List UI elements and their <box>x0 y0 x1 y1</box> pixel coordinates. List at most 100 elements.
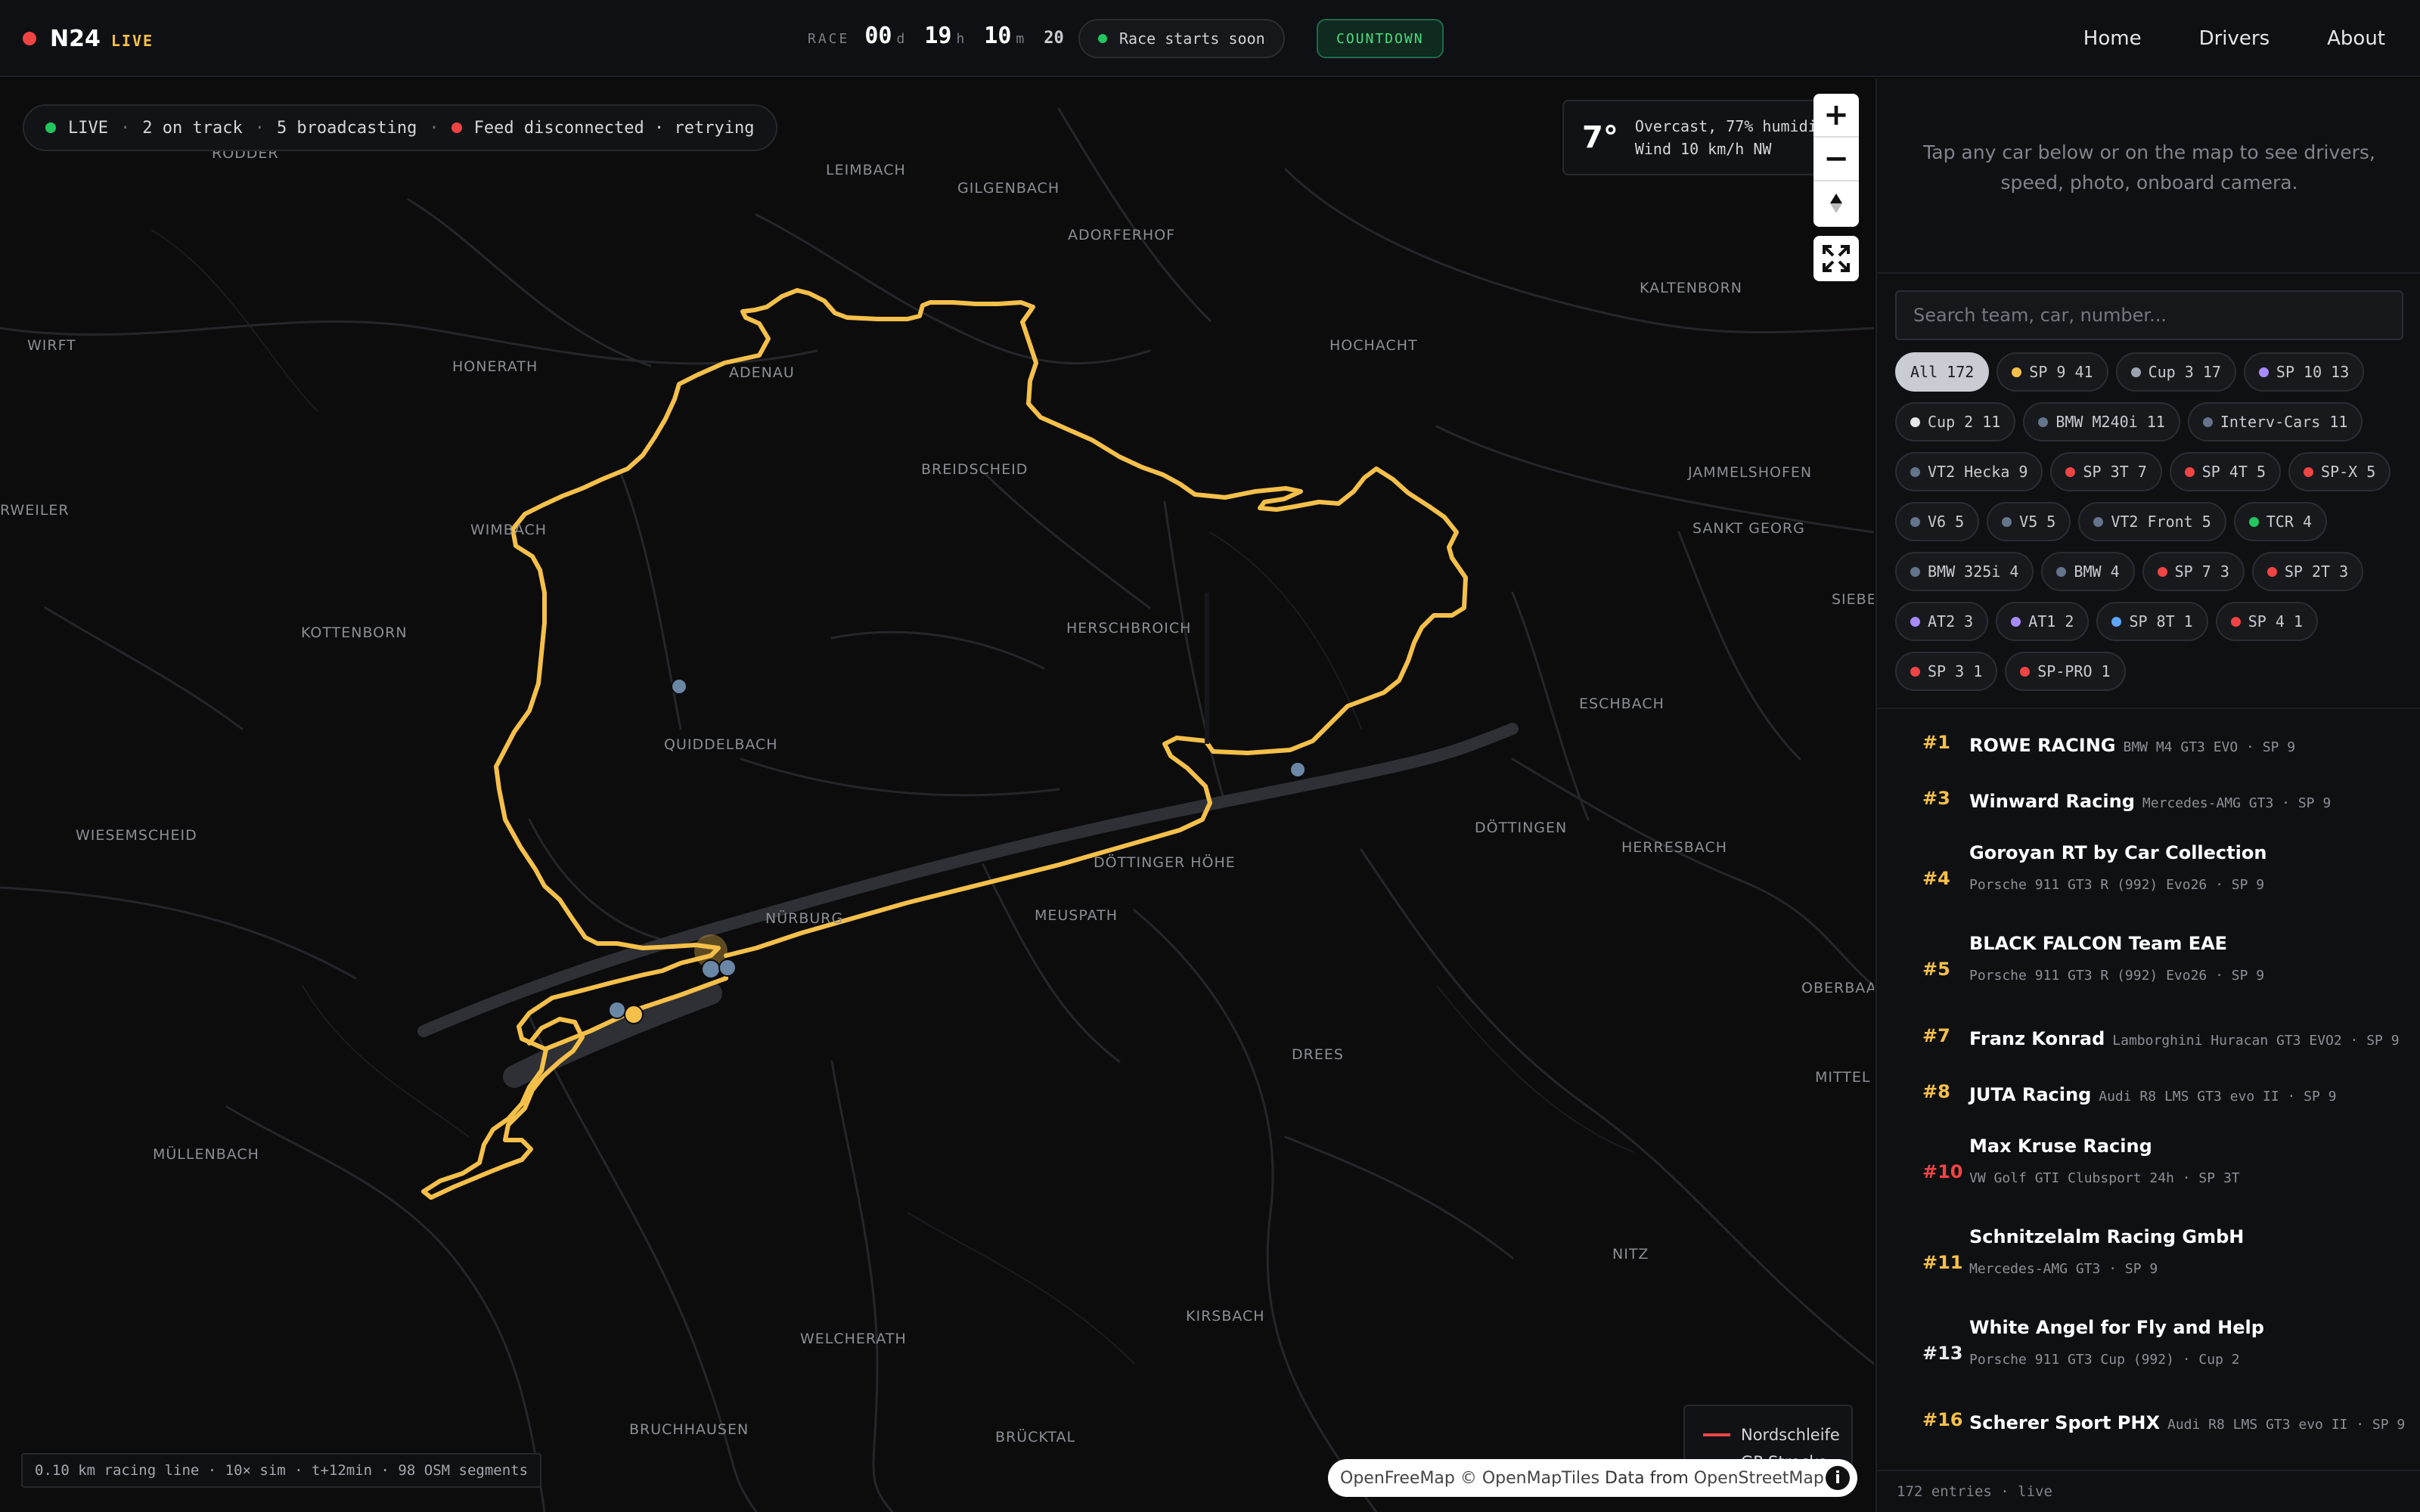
place-label: WIMBACH <box>470 522 548 538</box>
class-chip[interactable]: Cup 2 11 <box>1895 402 2016 442</box>
entry-row[interactable]: #1 ROWE RACING BMW M4 GT3 EVO · SP 9 <box>1877 718 2420 774</box>
entry-row[interactable]: #16 Scherer Sport PHX Audi R8 LMS GT3 evo … <box>1877 1396 2420 1452</box>
live-label: LIVE <box>68 118 108 138</box>
weather-conditions: Overcast, 77% humidity <box>1634 117 1827 135</box>
class-chip[interactable]: SP 4 1 <box>2215 602 2318 641</box>
zoom-in-button[interactable]: + <box>1813 94 1859 138</box>
class-chip[interactable]: V6 5 <box>1895 502 1980 541</box>
entry-row[interactable]: #4 Goroyan RT by Car Collection Porsche 91… <box>1877 830 2420 921</box>
zoom-control: + − <box>1813 94 1859 227</box>
place-label: ESCHBACH <box>1579 696 1665 712</box>
entry-row[interactable]: #10 Max Kruse Racing VW Golf GTI Clubsport… <box>1877 1123 2420 1214</box>
class-chip[interactable]: SP 4T 5 <box>2169 452 2282 491</box>
entry-row[interactable]: #8 JUTA Racing Audi R8 LMS GT3 evo II · SP… <box>1877 1067 2420 1123</box>
live-dot <box>45 122 56 133</box>
entry-body: White Angel for Fly and Help Porsche 911 … <box>1969 1317 2264 1368</box>
nav-drivers[interactable]: Drivers <box>2199 27 2270 50</box>
team-name: White Angel for Fly and Help <box>1969 1317 2264 1338</box>
legend-swatch <box>1703 1433 1730 1436</box>
entry-row[interactable]: #7 Franz Konrad Lamborghini Huracan GT3 EV… <box>1877 1012 2420 1067</box>
class-color-dot <box>1910 566 1920 577</box>
attribution-link-openfreemap[interactable]: OpenFreeMap <box>1340 1469 1455 1488</box>
attribution-link-openmaptiles[interactable]: © OpenMapTiles <box>1460 1469 1599 1488</box>
team-name: Goroyan RT by Car Collection <box>1969 842 2267 863</box>
timer-hours-unit: h <box>956 31 965 47</box>
class-chip[interactable]: BMW M240i 11 <box>2023 402 2180 442</box>
class-color-dot <box>2002 516 2012 527</box>
compass-button[interactable] <box>1813 181 1859 225</box>
team-name: Max Kruse Racing <box>1969 1136 2152 1157</box>
class-chip[interactable]: SP 3T 7 <box>2050 452 2162 491</box>
chip-label: SP 8T 1 <box>2129 612 2193 631</box>
team-name: ROWE RACING <box>1969 735 2116 756</box>
attribution-link-osm[interactable]: OpenStreetMap <box>1694 1469 1824 1488</box>
class-color-dot <box>2304 466 2314 477</box>
timer-minutes: 10 <box>984 23 1012 49</box>
class-chip[interactable]: VT2 Hecka 9 <box>1895 452 2043 491</box>
class-chip[interactable]: SP 2T 3 <box>2251 552 2364 591</box>
class-chip[interactable]: SP 10 13 <box>2243 352 2365 392</box>
nav-about[interactable]: About <box>2327 27 2385 50</box>
entry-body: Goroyan RT by Car Collection Porsche 911 … <box>1969 842 2266 893</box>
entry-row[interactable]: #5 BLACK FALCON Team EAE Porsche 911 GT3 R… <box>1877 921 2420 1012</box>
class-color-dot <box>2065 466 2076 477</box>
top-bar: N24 LIVE RACE 00 d 19 h 10 m 20 Race sta… <box>0 0 2420 77</box>
class-color-dot <box>2248 516 2259 527</box>
place-label: BRUCHHAUSEN <box>629 1421 749 1438</box>
race-status-text: Race starts soon <box>1119 29 1265 48</box>
main-nav: Home Drivers About <box>2026 23 2385 54</box>
class-color-dot <box>2230 616 2241 627</box>
class-chip[interactable]: Interv-Cars 11 <box>2187 402 2363 442</box>
chip-label: SP 2T 3 <box>2284 562 2349 581</box>
class-chip[interactable]: AT2 3 <box>1895 602 1989 641</box>
place-label: QUIDDELBACH <box>664 736 778 753</box>
class-chip[interactable]: All 172 <box>1895 352 1990 392</box>
class-chip[interactable]: Cup 3 17 <box>2115 352 2236 392</box>
chip-label: Interv-Cars 11 <box>2220 413 2348 431</box>
class-color-dot <box>2093 516 2104 527</box>
chip-label: SP 3 1 <box>1928 662 1983 680</box>
place-label: GILGENBACH <box>957 180 1060 197</box>
entry-row[interactable]: #11 Schnitzelalm Racing GmbH Mercedes-AMG … <box>1877 1214 2420 1305</box>
car-model-class: BMW M4 GT3 EVO · SP 9 <box>2123 739 2296 755</box>
chip-label: BMW M240i 11 <box>2055 413 2165 431</box>
place-label: NITZ <box>1612 1246 1649 1263</box>
class-chip[interactable]: AT1 2 <box>1996 602 2090 641</box>
brand[interactable]: N24 LIVE <box>23 23 154 54</box>
class-chip[interactable]: SP 7 3 <box>2142 552 2245 591</box>
live-status-bar: LIVE · 2 on track · 5 broadcasting · Fee… <box>23 104 777 151</box>
class-color-dot <box>2020 666 2031 677</box>
entry-count: 172 entries · live <box>1877 1470 2420 1512</box>
place-label: KOTTENBORN <box>301 624 408 641</box>
car-model-class: Mercedes-AMG GT3 · SP 9 <box>1969 1261 2158 1277</box>
fullscreen-icon <box>1823 245 1850 272</box>
entry-row[interactable]: #3 Winward Racing Mercedes-AMG GT3 · SP 9 <box>1877 774 2420 830</box>
class-chip[interactable]: BMW 4 <box>2041 552 2135 591</box>
class-chip[interactable]: SP-PRO 1 <box>2005 652 2126 691</box>
class-chip[interactable]: SP-X 5 <box>2288 452 2391 491</box>
class-color-dot <box>1910 616 1920 627</box>
entry-body: Scherer Sport PHX Audi R8 LMS GT3 evo II … <box>1969 1412 2405 1433</box>
class-chip[interactable]: SP 3 1 <box>1895 652 1998 691</box>
search-input[interactable] <box>1895 290 2403 340</box>
info-icon[interactable]: i <box>1826 1466 1850 1490</box>
place-label: DÖTTINGEN <box>1475 820 1568 836</box>
place-label: WIESEMSCHEID <box>76 827 197 844</box>
car-model-class: Porsche 911 GT3 R (992) Evo26 · SP 9 <box>1969 877 2265 893</box>
class-chip[interactable]: SP 9 41 <box>1996 352 2108 392</box>
nav-home[interactable]: Home <box>2083 27 2142 50</box>
chip-label: TCR 4 <box>2266 513 2313 531</box>
countdown-button[interactable]: COUNTDOWN <box>1317 19 1444 58</box>
track-map[interactable]: HERSCHBACHRODDERLEIMBACHGILGENBACHADORFE… <box>0 79 1874 1512</box>
class-chip[interactable]: TCR 4 <box>2233 502 2328 541</box>
zoom-out-button[interactable]: − <box>1813 138 1859 181</box>
class-chip[interactable]: V5 5 <box>1987 502 2071 541</box>
chip-label: SP 10 13 <box>2276 363 2350 381</box>
class-color-dot <box>1910 417 1920 427</box>
car-model-class: Porsche 911 GT3 R (992) Evo26 · SP 9 <box>1969 968 2265 984</box>
entry-row[interactable]: #13 White Angel for Fly and Help Porsche 9… <box>1877 1305 2420 1396</box>
class-chip[interactable]: SP 8T 1 <box>2096 602 2208 641</box>
class-chip[interactable]: VT2 Front 5 <box>2078 502 2226 541</box>
fullscreen-button[interactable] <box>1813 236 1859 281</box>
class-chip[interactable]: BMW 325i 4 <box>1895 552 2034 591</box>
